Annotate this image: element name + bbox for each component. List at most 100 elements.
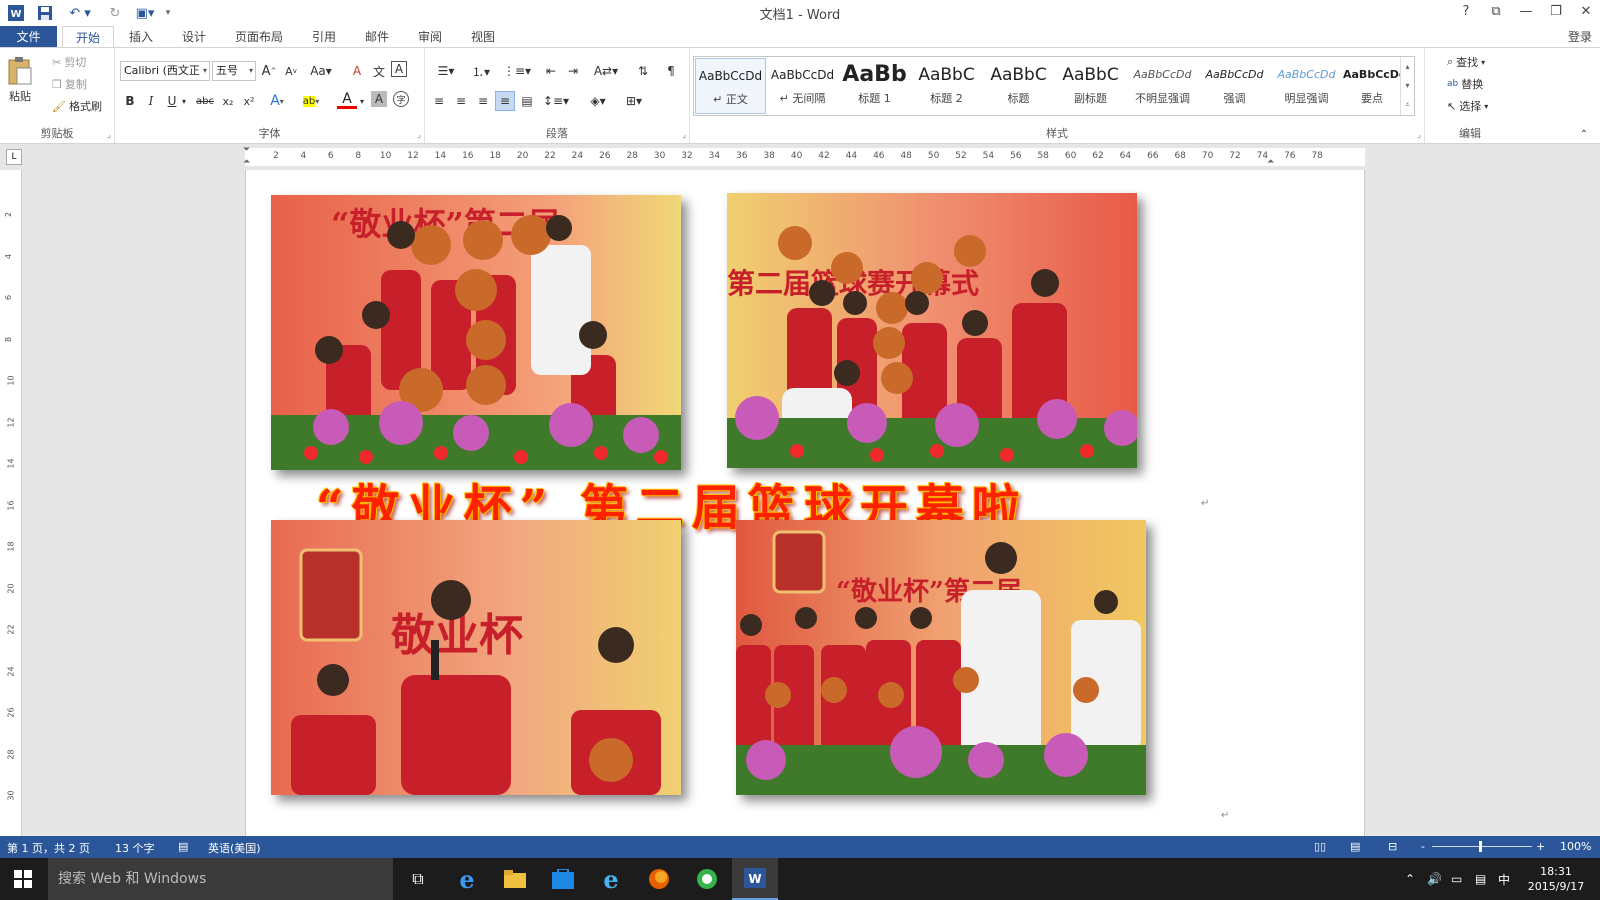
cut-button[interactable]: ✂ 剪切 xyxy=(52,54,86,70)
bold-button[interactable]: B xyxy=(120,91,140,111)
web-layout-icon[interactable]: ⊟ xyxy=(1388,840,1397,853)
phonetic-guide-button[interactable]: 文 xyxy=(369,61,389,81)
borders-icon[interactable]: ⊞▾ xyxy=(619,91,649,111)
font-dialog-launcher-icon[interactable]: ⌟ xyxy=(417,130,421,139)
font-size-combo[interactable]: 五号 ▾ xyxy=(212,61,256,81)
strikethrough-button[interactable]: abc xyxy=(193,91,217,111)
document-page[interactable]: “敬业杯”第二届 第二届篮球赛开幕式 “敬业杯” 第二届篮球开幕啦 ↵ 敬业杯 … xyxy=(245,170,1365,836)
edge-icon[interactable]: e xyxy=(444,858,490,900)
distributed-icon[interactable]: ▤ xyxy=(517,91,537,111)
tab-mailings[interactable]: 邮件 xyxy=(353,26,401,48)
font-name-combo[interactable]: Calibri (西文正 ▾ xyxy=(120,61,210,81)
tab-page-layout[interactable]: 页面布局 xyxy=(225,26,293,48)
task-view-icon[interactable]: ⧉ xyxy=(395,858,441,900)
tab-insert[interactable]: 插入 xyxy=(117,26,165,48)
horizontal-ruler[interactable]: ⏷ ⏶ ⏶ 2 4 6 8 10 12 14 16 18 20 22 24 26 28 30 32 34 36 38… xyxy=(243,145,1365,167)
character-shading-button[interactable]: A xyxy=(371,91,387,107)
first-line-indent-icon[interactable]: ⏷ xyxy=(243,145,250,155)
shrink-font-button[interactable]: Av xyxy=(281,61,301,81)
superscript-button[interactable]: x² xyxy=(239,91,259,111)
browser-360-icon[interactable] xyxy=(684,858,730,900)
action-center-icon[interactable]: ▤ xyxy=(1475,858,1486,900)
clear-formatting-button[interactable]: A xyxy=(347,61,367,81)
shading-icon[interactable]: ◈▾ xyxy=(583,91,613,111)
character-border-button[interactable]: A xyxy=(391,61,407,77)
replace-button[interactable]: ab 替换 xyxy=(1447,76,1483,92)
redo-icon[interactable]: ↻ xyxy=(104,3,126,23)
font-color-dropdown-icon[interactable]: ▾ xyxy=(357,91,367,111)
word-count[interactable]: 13 个字 xyxy=(115,840,155,856)
zoom-in-button[interactable]: + xyxy=(1536,840,1545,853)
basketball-photo-1[interactable]: “敬业杯”第二届 xyxy=(271,195,681,470)
vertical-ruler[interactable]: 2 4 6 8 10 12 14 16 18 20 22 24 26 28 30 xyxy=(4,170,22,836)
format-painter-button[interactable]: 🖌 格式刷 xyxy=(52,98,102,114)
volume-icon[interactable]: 🔊 xyxy=(1427,858,1442,900)
tab-view[interactable]: 视图 xyxy=(459,26,507,48)
network-icon[interactable]: ▭ xyxy=(1451,858,1462,900)
ribbon-display-options-button[interactable]: ⧉ xyxy=(1482,2,1510,22)
find-button[interactable]: ⌕ 查找 ▾ xyxy=(1447,54,1485,70)
zoom-level[interactable]: 100% xyxy=(1560,840,1591,853)
align-right-icon[interactable]: ≡ xyxy=(473,91,493,111)
styles-dialog-launcher-icon[interactable]: ⌟ xyxy=(1417,130,1421,139)
numbering-icon[interactable]: ⒈▾ xyxy=(465,61,497,81)
save-icon[interactable] xyxy=(34,3,56,23)
copy-button[interactable]: ❐ 复制 xyxy=(52,76,87,92)
sign-in-link[interactable]: 登录 xyxy=(1568,26,1592,48)
sort-icon[interactable]: ⇅ xyxy=(633,61,653,81)
internet-explorer-icon[interactable]: e xyxy=(588,858,634,900)
basketball-photo-3[interactable]: 敬业杯 xyxy=(271,520,681,795)
italic-button[interactable]: I xyxy=(141,91,161,111)
read-mode-icon[interactable]: ▯▯ xyxy=(1314,840,1326,853)
zoom-out-button[interactable]: - xyxy=(1421,840,1425,853)
show-marks-icon[interactable]: ¶ xyxy=(661,61,681,81)
zoom-slider[interactable] xyxy=(1432,846,1532,847)
tab-references[interactable]: 引用 xyxy=(300,26,348,48)
grow-font-button[interactable]: A ^ xyxy=(259,61,279,81)
multilevel-list-icon[interactable]: ⋮≡▾ xyxy=(501,61,533,81)
highlight-button[interactable]: ab ▾ xyxy=(301,91,321,111)
paste-button[interactable]: 粘贴 xyxy=(6,56,34,104)
show-hidden-icons[interactable]: ⌃ xyxy=(1405,858,1415,900)
tab-review[interactable]: 审阅 xyxy=(406,26,454,48)
file-explorer-icon[interactable] xyxy=(492,858,538,900)
basketball-photo-2[interactable]: 第二届篮球赛开幕式 xyxy=(727,193,1137,468)
close-button[interactable]: ✕ xyxy=(1572,2,1600,22)
change-case-button[interactable]: Aa ▾ xyxy=(307,61,335,81)
text-effects-button[interactable]: A ▾ xyxy=(267,91,287,111)
touch-mode-icon[interactable]: ▣▾ xyxy=(132,3,158,23)
tab-file[interactable]: 文件 xyxy=(0,26,57,48)
decrease-indent-icon[interactable]: ⇤ xyxy=(541,61,561,81)
restore-button[interactable]: ❐ xyxy=(1542,2,1570,22)
increase-indent-icon[interactable]: ⇥ xyxy=(563,61,583,81)
tab-selector[interactable]: L xyxy=(6,149,22,165)
bullets-icon[interactable]: ☰▾ xyxy=(431,61,461,81)
line-spacing-icon[interactable]: ↕≡▾ xyxy=(541,91,571,111)
collapse-ribbon-icon[interactable]: ⌃ xyxy=(1574,124,1594,144)
customize-qat-icon[interactable]: ▾ xyxy=(160,3,176,23)
language-indicator[interactable]: 英语(美国) xyxy=(208,840,261,856)
start-button[interactable] xyxy=(0,858,46,900)
page-count[interactable]: 第 1 页，共 2 页 xyxy=(7,840,90,856)
clock[interactable]: 18:31 2015/9/17 xyxy=(1520,858,1592,900)
enclose-characters-button[interactable]: 字 xyxy=(393,91,409,107)
align-left-icon[interactable]: ≡ xyxy=(429,91,449,111)
hanging-indent-icon[interactable]: ⏶ xyxy=(243,157,250,167)
select-button[interactable]: ↖ 选择 ▾ xyxy=(1447,98,1488,114)
subscript-button[interactable]: x₂ xyxy=(218,91,238,111)
firefox-icon[interactable] xyxy=(636,858,682,900)
clipboard-dialog-launcher-icon[interactable]: ⌟ xyxy=(107,130,111,139)
print-layout-icon[interactable]: ▤ xyxy=(1350,840,1360,853)
minimize-button[interactable]: — xyxy=(1512,2,1540,22)
underline-dropdown-icon[interactable]: ▾ xyxy=(179,91,189,111)
tab-design[interactable]: 设计 xyxy=(170,26,218,48)
paragraph-dialog-launcher-icon[interactable]: ⌟ xyxy=(682,130,686,139)
align-center-icon[interactable]: ≡ xyxy=(451,91,471,111)
ime-indicator[interactable]: 中 xyxy=(1498,858,1510,900)
justify-icon[interactable]: ≡ xyxy=(495,91,515,111)
zoom-slider-thumb[interactable] xyxy=(1479,841,1482,852)
chinese-layout-icon[interactable]: A⇄▾ xyxy=(591,61,621,81)
basketball-photo-4[interactable]: “敬业杯”第二届 xyxy=(736,520,1146,795)
taskbar-search[interactable]: 搜索 Web 和 Windows xyxy=(48,858,393,900)
store-icon[interactable] xyxy=(540,858,586,900)
